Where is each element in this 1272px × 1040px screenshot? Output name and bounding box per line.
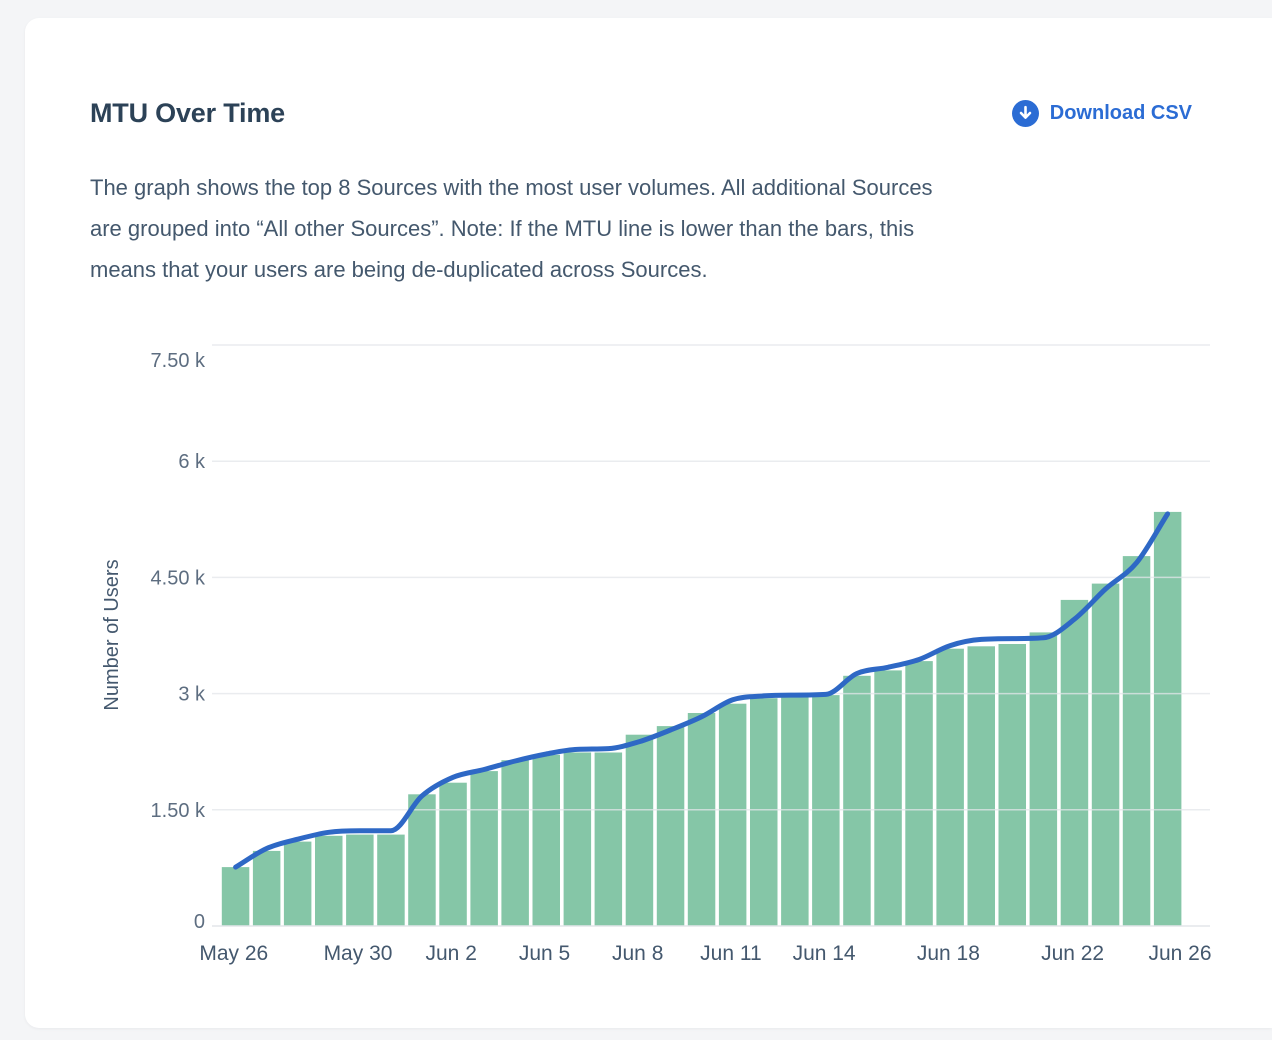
description-line: are grouped into “All other Sources”. No… <box>90 208 1215 249</box>
page-background: MTU Over Time Download CSV The graph sho… <box>0 0 1272 1040</box>
chart-description: The graph shows the top 8 Sources with t… <box>90 167 1215 290</box>
description-line: means that your users are being de-dupli… <box>90 249 1215 290</box>
description-line: The graph shows the top 8 Sources with t… <box>90 167 1215 208</box>
page-title: MTU Over Time <box>90 98 285 129</box>
mtu-card: MTU Over Time Download CSV The graph sho… <box>25 18 1272 1028</box>
download-csv-button[interactable]: Download CSV <box>1012 100 1192 127</box>
download-csv-label: Download CSV <box>1050 102 1192 125</box>
arrow-down-circle-icon <box>1012 100 1039 127</box>
